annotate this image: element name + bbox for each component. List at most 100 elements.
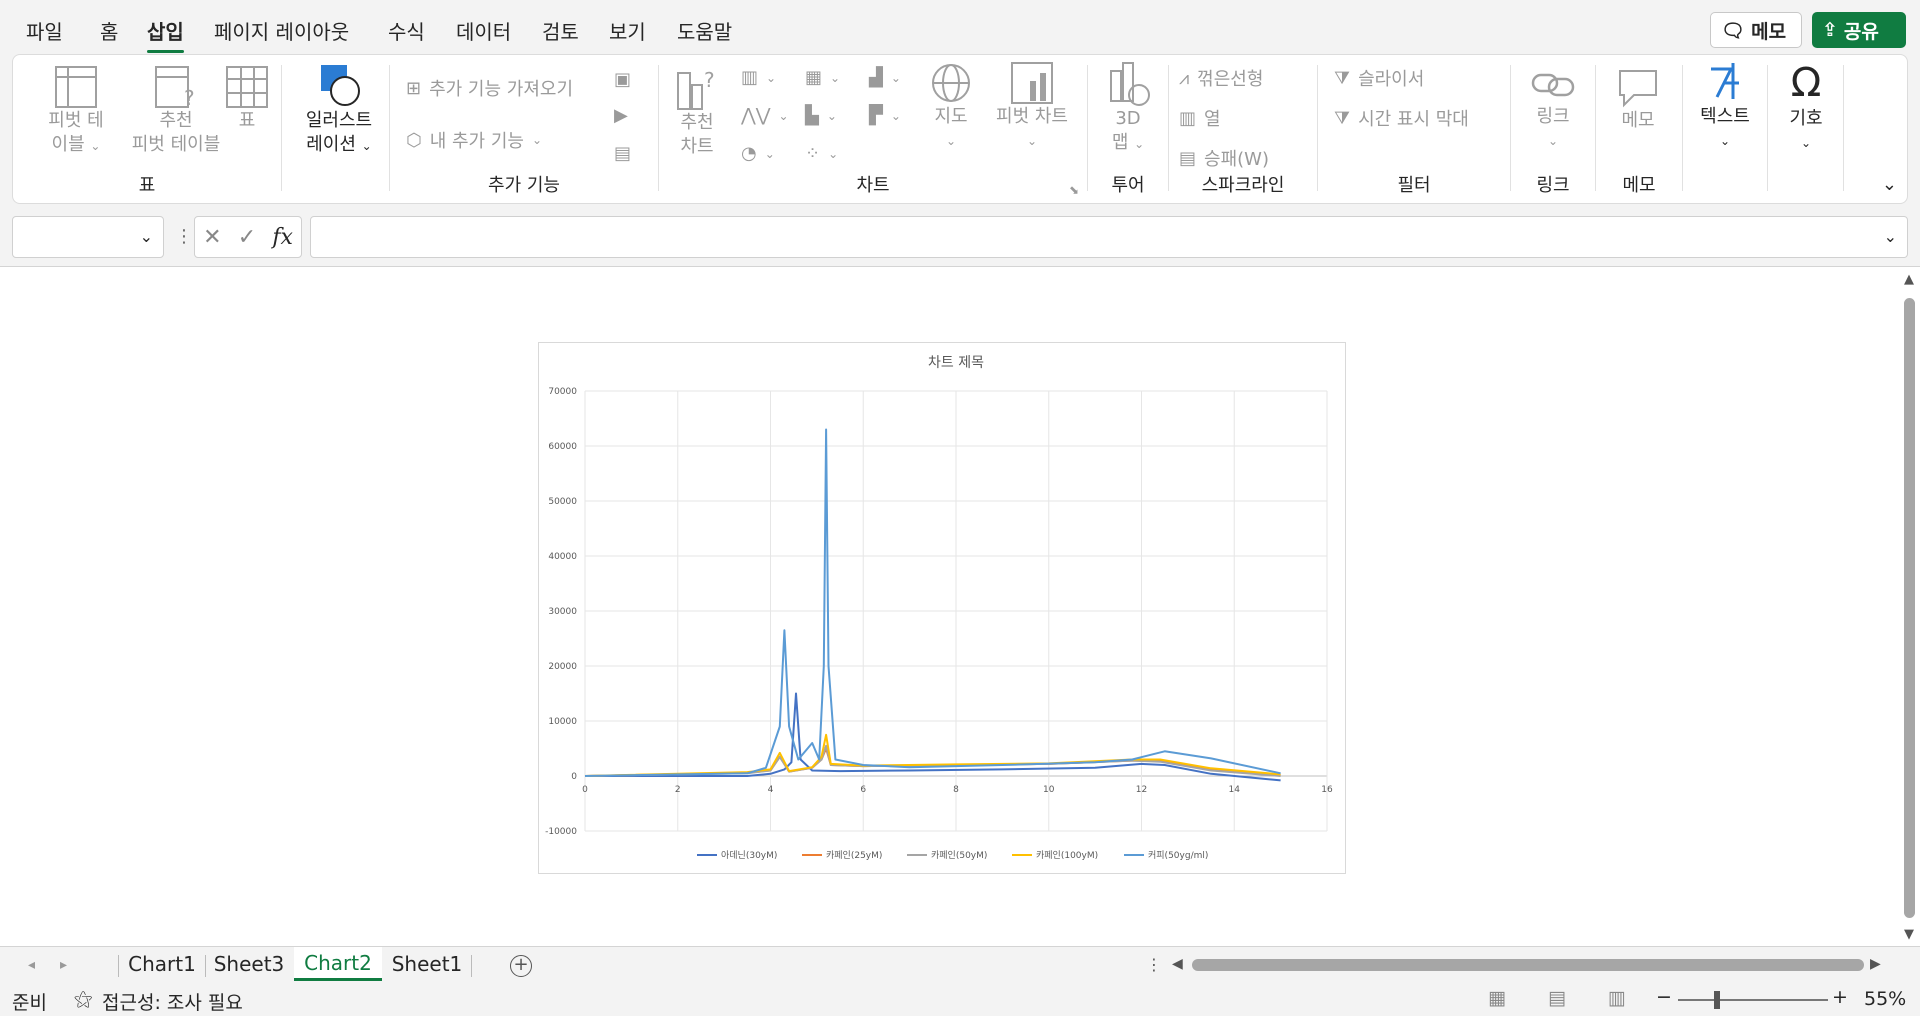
get-addins-button[interactable]: ⊞ 추가 기능 가져오기: [406, 75, 573, 101]
group-tour: 3D 맵 ⌄ 투어: [1088, 55, 1168, 203]
group-label-sparklines: 스파크라인: [1201, 175, 1285, 196]
enter-icon[interactable]: ✓: [238, 225, 256, 250]
x-tick-label: 6: [860, 785, 866, 795]
legend-entry: 카페인(50yM): [931, 850, 987, 861]
accessibility-icon[interactable]: ⚝: [74, 988, 92, 1010]
tab-chart1[interactable]: Chart1: [120, 947, 204, 981]
text-button[interactable]: 텍스트 ⌄: [1685, 59, 1765, 153]
legend-entry: 커피(50yg/ml): [1148, 850, 1208, 861]
page-layout-view-icon[interactable]: ▤: [1548, 987, 1566, 1009]
x-tick-label: 0: [582, 785, 588, 795]
menu-insert[interactable]: 삽입: [147, 16, 184, 53]
maps-button[interactable]: 지도 ⌄: [923, 61, 979, 153]
visio-icon[interactable]: ▣: [614, 69, 631, 90]
3d-map-button[interactable]: 3D 맵 ⌄: [1098, 61, 1158, 156]
sparkline-column-icon: ▥: [1179, 107, 1197, 129]
recommended-charts-button[interactable]: ? 추천 차트: [669, 65, 725, 159]
x-tick-label: 14: [1229, 785, 1241, 795]
hierarchy-chart-icon[interactable]: ▦ ⌄: [805, 67, 840, 88]
zoom-slider-thumb[interactable]: [1714, 991, 1720, 1009]
my-addins-button[interactable]: ⬡ 내 추가 기능 ⌄: [406, 127, 542, 153]
statistic-chart-icon[interactable]: ▙ ⌄: [805, 105, 837, 126]
waterfall-chart-icon[interactable]: ▟ ⌄: [869, 67, 901, 88]
dialog-launcher-icon[interactable]: ⬊: [1069, 183, 1079, 197]
status-ready: 준비: [12, 992, 47, 1014]
more-options-icon[interactable]: ⋮: [175, 226, 193, 247]
column-chart-icon[interactable]: ▥ ⌄: [741, 67, 776, 88]
scroll-down-icon[interactable]: ▼: [1904, 927, 1914, 942]
divider: [281, 65, 282, 191]
zoom-slider[interactable]: [1678, 999, 1828, 1001]
share-icon: ⇪: [1822, 19, 1838, 41]
tab-sheet1[interactable]: Sheet1: [384, 947, 470, 981]
menu-page-layout[interactable]: 페이지 레이아웃: [214, 16, 349, 45]
tab-chart2[interactable]: Chart2: [294, 947, 382, 981]
table-button[interactable]: 표: [217, 65, 277, 133]
x-tick-label: 2: [675, 785, 681, 795]
add-sheet-icon[interactable]: +: [510, 955, 532, 977]
vertical-scroll-thumb[interactable]: [1904, 298, 1915, 918]
sparkline-winloss-button[interactable]: ▤ 승패(W): [1179, 145, 1269, 171]
menu-home[interactable]: 홈: [100, 16, 118, 45]
scroll-up-icon[interactable]: ▲: [1904, 272, 1914, 287]
pivot-chart-icon: [1011, 62, 1053, 104]
svg-text:?: ?: [704, 68, 715, 92]
zoom-level[interactable]: 55%: [1864, 988, 1906, 1010]
splitter-icon[interactable]: ⋮: [1146, 955, 1162, 974]
share-button[interactable]: ⇪ 공유: [1812, 12, 1906, 48]
ribbon: 피벗 테 이블 ⌄ ? 추천 피벗 테이블 표 표 일러스트 레이션 ⌄ ⊞ 추가…: [12, 54, 1908, 204]
group-label-filters: 필터: [1397, 175, 1431, 196]
menu-formulas[interactable]: 수식: [388, 16, 425, 45]
horizontal-scroll-thumb[interactable]: [1192, 959, 1864, 971]
name-box[interactable]: ⌄: [12, 216, 164, 258]
chevron-down-icon[interactable]: ⌄: [140, 227, 153, 246]
slicer-button[interactable]: ⧩ 슬라이서: [1334, 65, 1424, 91]
combo-chart-icon[interactable]: ▛ ⌄: [869, 105, 901, 126]
menu-file[interactable]: 파일: [26, 16, 63, 45]
my-addins-icon: ⬡: [406, 129, 422, 151]
link-button[interactable]: 링크 ⌄: [1523, 65, 1583, 153]
expand-formula-icon[interactable]: ⌄: [1884, 227, 1897, 246]
accessibility-status[interactable]: 접근성: 조사 필요: [102, 988, 243, 1015]
menu-help[interactable]: 도움말: [677, 16, 732, 45]
menu-data[interactable]: 데이터: [456, 16, 511, 45]
hscroll-right-icon[interactable]: ▶: [1870, 956, 1881, 972]
x-tick-label: 10: [1043, 785, 1055, 795]
group-links: 링크 ⌄ 링크: [1511, 55, 1595, 203]
y-tick-label: 0: [571, 772, 577, 782]
menu-review[interactable]: 검토: [542, 16, 579, 45]
sparkline-column-button[interactable]: ▥ 열: [1179, 105, 1221, 131]
zoom-in-icon[interactable]: +: [1832, 986, 1848, 1008]
sparkline-winloss-icon: ▤: [1179, 147, 1197, 169]
sparkline-line-button[interactable]: ⩘ 꺾은선형: [1179, 65, 1263, 91]
comment-button[interactable]: 메모: [1608, 65, 1668, 133]
pivot-table-button[interactable]: 피벗 테 이블 ⌄: [31, 65, 121, 158]
insert-function-icon[interactable]: fx: [272, 225, 293, 250]
cancel-icon[interactable]: ✕: [203, 225, 221, 250]
pivot-chart-button[interactable]: 피벗 차트 ⌄: [989, 61, 1075, 153]
people-graph-icon[interactable]: ▤: [614, 143, 631, 164]
timeline-button[interactable]: ⧩ 시간 표시 막대: [1334, 105, 1469, 131]
collapse-ribbon-icon[interactable]: ⌄: [1882, 174, 1897, 195]
pie-chart-icon[interactable]: ◔ ⌄: [741, 143, 775, 164]
tab-scroll-left-icon[interactable]: ◂: [28, 957, 35, 973]
line-chart-icon[interactable]: ⋀⋁ ⌄: [741, 105, 789, 126]
normal-view-icon[interactable]: ▦: [1488, 987, 1506, 1009]
formula-buttons: ✕ ✓ fx: [194, 216, 302, 258]
illustrations-button[interactable]: 일러스트 레이션 ⌄: [287, 61, 391, 158]
hscroll-left-icon[interactable]: ◀: [1172, 956, 1183, 972]
recommended-pivot-button[interactable]: ? 추천 피벗 테이블: [121, 65, 231, 157]
page-break-view-icon[interactable]: ▥: [1608, 987, 1626, 1009]
tab-scroll-right-icon[interactable]: ▸: [60, 957, 67, 973]
chart-area[interactable]: 차트 제목 -10000 0 10000 20000 30000 40000 50000 600…: [538, 342, 1346, 874]
menu-view[interactable]: 보기: [609, 16, 646, 45]
symbols-button[interactable]: Ω 기호 ⌄: [1773, 59, 1839, 155]
bing-icon[interactable]: ▶: [614, 105, 628, 126]
scatter-chart-icon[interactable]: ⁘ ⌄: [805, 143, 838, 164]
zoom-out-icon[interactable]: −: [1656, 986, 1672, 1008]
memo-button[interactable]: 🗨 메모: [1710, 12, 1802, 48]
divider: [1767, 65, 1768, 191]
formula-input[interactable]: ⌄: [310, 216, 1908, 258]
legend-entry: 카페인(100yM): [1036, 850, 1098, 861]
tab-sheet3[interactable]: Sheet3: [206, 947, 292, 981]
